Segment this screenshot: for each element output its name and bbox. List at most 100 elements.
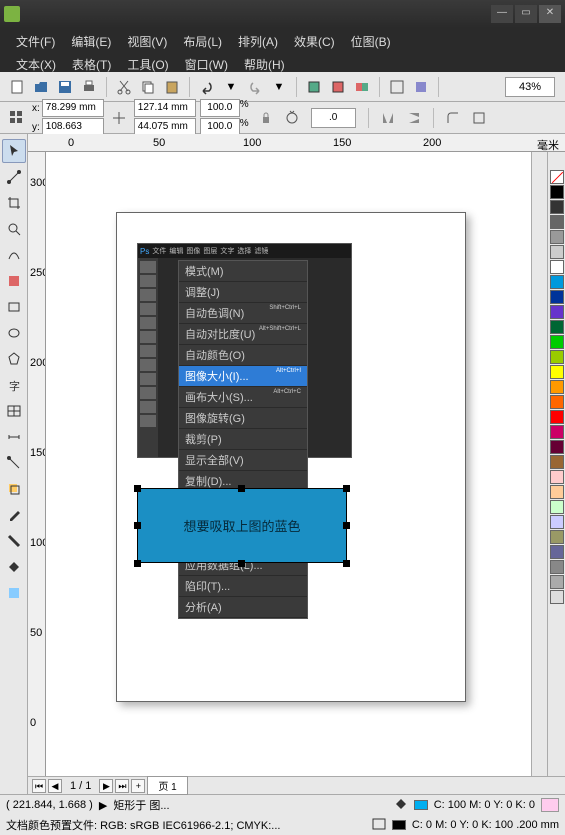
- wrap-button[interactable]: [468, 107, 490, 129]
- new-button[interactable]: [6, 76, 28, 98]
- selection-handle[interactable]: [238, 485, 245, 492]
- zoom-level[interactable]: 43%: [505, 77, 555, 97]
- undo-button[interactable]: [196, 76, 218, 98]
- color-swatch[interactable]: [550, 410, 564, 424]
- page-add-button[interactable]: +: [131, 779, 145, 793]
- menu-bitmap[interactable]: 位图(B): [343, 30, 399, 53]
- snap-button[interactable]: [386, 76, 408, 98]
- menu-text[interactable]: 文本(X): [8, 53, 64, 76]
- x-position-field[interactable]: 78.299 mm: [42, 99, 104, 117]
- interactive-fill-tool[interactable]: [2, 581, 26, 605]
- color-swatch[interactable]: [550, 560, 564, 574]
- print-button[interactable]: [78, 76, 100, 98]
- freehand-tool[interactable]: [2, 243, 26, 267]
- color-swatch[interactable]: [550, 515, 564, 529]
- color-swatch[interactable]: [550, 260, 564, 274]
- export-button[interactable]: [327, 76, 349, 98]
- minimize-button[interactable]: —: [491, 5, 513, 23]
- cut-button[interactable]: [113, 76, 135, 98]
- redo-dropdown[interactable]: ▼: [268, 76, 290, 98]
- dimension-tool[interactable]: [2, 425, 26, 449]
- color-swatch[interactable]: [550, 245, 564, 259]
- mirror-v-button[interactable]: [403, 107, 425, 129]
- color-swatch[interactable]: [550, 275, 564, 289]
- color-swatch[interactable]: [550, 485, 564, 499]
- selection-handle[interactable]: [343, 522, 350, 529]
- color-swatch[interactable]: [550, 575, 564, 589]
- lock-ratio-button[interactable]: [255, 107, 277, 129]
- redo-button[interactable]: [244, 76, 266, 98]
- outline-color-swatch[interactable]: [392, 820, 406, 830]
- shape-tool[interactable]: [2, 165, 26, 189]
- open-button[interactable]: [30, 76, 52, 98]
- color-swatch[interactable]: [550, 590, 564, 604]
- menu-view[interactable]: 视图(V): [119, 30, 175, 53]
- color-swatch[interactable]: [550, 350, 564, 364]
- page-tab[interactable]: 页 1: [147, 776, 187, 795]
- color-swatch[interactable]: [550, 215, 564, 229]
- color-swatch[interactable]: [550, 455, 564, 469]
- menu-help[interactable]: 帮助(H): [236, 53, 293, 76]
- page-last-button[interactable]: ⏭: [115, 779, 129, 793]
- page-next-button[interactable]: ▶: [99, 779, 113, 793]
- color-swatch[interactable]: [550, 395, 564, 409]
- color-swatch[interactable]: [550, 200, 564, 214]
- fill-tool[interactable]: [2, 555, 26, 579]
- color-swatch[interactable]: [550, 470, 564, 484]
- page-first-button[interactable]: ⏮: [32, 779, 46, 793]
- fill-color-swatch[interactable]: [414, 800, 428, 810]
- import-button[interactable]: [303, 76, 325, 98]
- color-swatch[interactable]: [550, 170, 564, 184]
- publish-button[interactable]: [351, 76, 373, 98]
- menu-layout[interactable]: 布局(L): [175, 30, 230, 53]
- selection-handle[interactable]: [238, 560, 245, 567]
- paste-button[interactable]: [161, 76, 183, 98]
- selection-handle[interactable]: [343, 485, 350, 492]
- selection-handle[interactable]: [134, 485, 141, 492]
- zoom-tool[interactable]: [2, 217, 26, 241]
- connector-tool[interactable]: [2, 451, 26, 475]
- eyedropper-tool[interactable]: [2, 503, 26, 527]
- selection-handle[interactable]: [134, 522, 141, 529]
- menu-table[interactable]: 表格(T): [64, 53, 119, 76]
- selection-handle[interactable]: [134, 560, 141, 567]
- smart-fill-tool[interactable]: [2, 269, 26, 293]
- scale-x-field[interactable]: 100.0: [200, 99, 240, 117]
- menu-arrange[interactable]: 排列(A): [230, 30, 286, 53]
- color-swatch[interactable]: [550, 335, 564, 349]
- color-swatch[interactable]: [550, 365, 564, 379]
- color-swatch[interactable]: [550, 185, 564, 199]
- color-swatch[interactable]: [550, 380, 564, 394]
- outline-tool[interactable]: [2, 529, 26, 553]
- rectangle-tool[interactable]: [2, 295, 26, 319]
- color-swatch[interactable]: [550, 500, 564, 514]
- crop-tool[interactable]: [2, 191, 26, 215]
- copy-button[interactable]: [137, 76, 159, 98]
- effects-tool[interactable]: [2, 477, 26, 501]
- mirror-h-button[interactable]: [377, 107, 399, 129]
- table-tool[interactable]: [2, 399, 26, 423]
- menu-edit[interactable]: 编辑(E): [63, 30, 119, 53]
- menu-window[interactable]: 窗口(W): [177, 53, 236, 76]
- ellipse-tool[interactable]: [2, 321, 26, 345]
- selection-handle[interactable]: [343, 560, 350, 567]
- color-swatch[interactable]: [550, 440, 564, 454]
- close-button[interactable]: ✕: [539, 5, 561, 23]
- user-icon[interactable]: [541, 798, 559, 812]
- page-prev-button[interactable]: ◀: [48, 779, 62, 793]
- save-button[interactable]: [54, 76, 76, 98]
- canvas[interactable]: Ps 文件 编辑 图像 图层 文字 选择 滤镜: [46, 152, 531, 776]
- color-swatch[interactable]: [550, 230, 564, 244]
- text-tool[interactable]: 字: [2, 373, 26, 397]
- embedded-image[interactable]: Ps 文件 编辑 图像 图层 文字 选择 滤镜: [137, 243, 352, 458]
- width-field[interactable]: 127.14 mm: [134, 99, 196, 117]
- color-swatch[interactable]: [550, 425, 564, 439]
- pick-tool[interactable]: [2, 139, 26, 163]
- color-swatch[interactable]: [550, 290, 564, 304]
- undo-dropdown[interactable]: ▼: [220, 76, 242, 98]
- menu-tools[interactable]: 工具(O): [119, 53, 176, 76]
- corner-button[interactable]: [442, 107, 464, 129]
- options-button[interactable]: [410, 76, 432, 98]
- polygon-tool[interactable]: [2, 347, 26, 371]
- color-swatch[interactable]: [550, 305, 564, 319]
